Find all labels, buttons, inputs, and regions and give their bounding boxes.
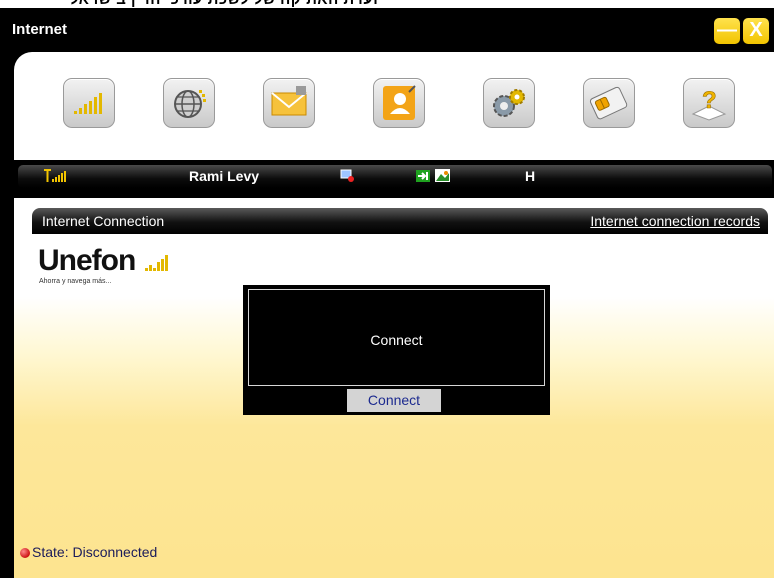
internet-panel: Internet Connection Internet connection … — [14, 198, 774, 578]
toolbar-settings-button[interactable] — [483, 78, 535, 128]
unefon-logo: Unefon Ahorra y navega más... — [38, 244, 168, 285]
toolbar-sms-button[interactable] — [263, 78, 315, 128]
connection-records-link[interactable]: Internet connection records — [590, 213, 760, 229]
connect-button[interactable]: Connect — [347, 389, 441, 412]
background-text-strip: ועדת האתיקה של לשכת עורכי הדין בישראל — [0, 0, 774, 8]
app-window: Internet — X ? Rami Levy H Internet Conn… — [0, 8, 774, 578]
state-indicator-icon — [20, 548, 30, 558]
connect-dialog: Connect Connect — [243, 285, 550, 415]
toolbar-contacts-button[interactable] — [373, 78, 425, 128]
operator-name: Rami Levy — [189, 168, 260, 184]
message-status-icon — [435, 169, 450, 182]
state-text: State: Disconnected — [32, 544, 158, 560]
roaming-icon — [340, 169, 354, 182]
logo-signal-icon — [145, 255, 168, 271]
globe-icon — [174, 90, 206, 118]
main-toolbar: ? — [14, 52, 774, 160]
connection-arrow-icon — [416, 170, 430, 182]
section-title: Internet Connection — [42, 213, 165, 229]
title-bar[interactable]: Internet — X — [0, 8, 774, 52]
toolbar-help-button[interactable]: ? — [683, 78, 735, 128]
signal-strength-icon — [44, 169, 66, 182]
svg-text:?: ? — [702, 87, 717, 114]
connection-state: State: Disconnected — [20, 544, 157, 560]
gears-icon — [493, 89, 525, 117]
sim-card-icon — [589, 86, 628, 120]
network-type: H — [525, 168, 536, 184]
close-button[interactable]: X — [743, 18, 769, 44]
signal-bars-icon — [74, 93, 102, 114]
toolbar-internet-button[interactable] — [63, 78, 115, 128]
dialog-message: Connect — [370, 332, 423, 348]
contacts-icon — [383, 85, 416, 120]
logo-wordmark: Unefon — [38, 244, 136, 277]
minimize-button[interactable]: — — [714, 18, 740, 44]
status-bar: Rami Levy H — [18, 165, 772, 188]
background-text: ועדת האתיקה של לשכת עורכי הדין בישראל — [70, 0, 378, 8]
envelope-icon — [271, 86, 307, 116]
dialog-frame: Connect — [248, 289, 545, 386]
toolbar-sim-button[interactable] — [583, 78, 635, 128]
logo-tagline: Ahorra y navega más... — [39, 278, 112, 285]
toolbar-browser-button[interactable] — [163, 78, 215, 128]
section-header: Internet Connection Internet connection … — [32, 208, 768, 234]
help-icon: ? — [691, 87, 727, 121]
window-title: Internet — [12, 21, 68, 38]
